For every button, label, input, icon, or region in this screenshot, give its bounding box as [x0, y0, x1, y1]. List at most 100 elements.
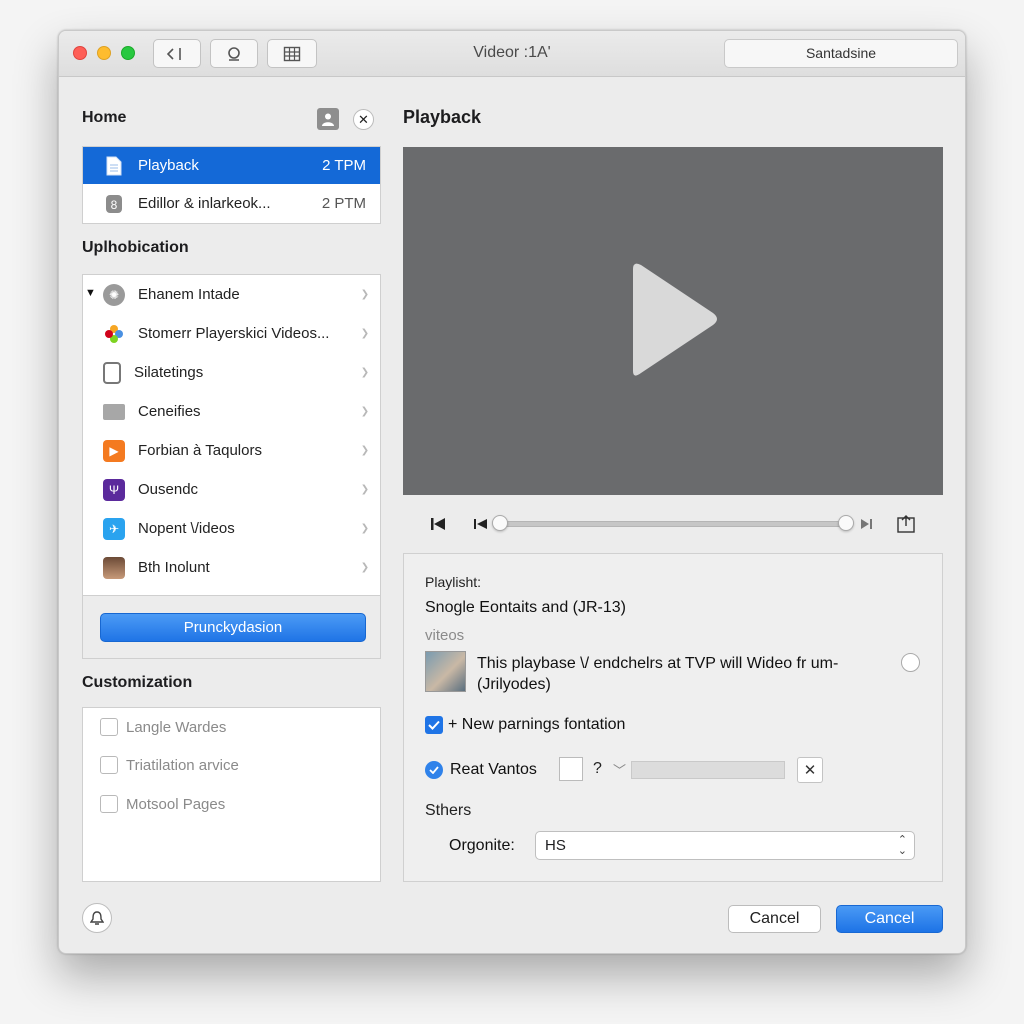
reat-vantos-label: Reat Vantos	[450, 761, 537, 778]
home-item-label: Edillor & inlarkeok...	[138, 195, 271, 212]
app-label: Bth Inolunt	[138, 559, 210, 576]
cancel-button[interactable]: Cancel	[728, 905, 821, 933]
checkbox[interactable]	[100, 756, 118, 774]
user-button[interactable]	[317, 108, 339, 130]
chevron-right-icon: ❯	[360, 289, 370, 300]
checkmark-icon	[429, 766, 439, 774]
new-parnings-checkbox[interactable]	[425, 716, 443, 734]
primary-sidebar-button[interactable]: Prunckydasion	[100, 613, 366, 642]
home-heading: Home	[82, 109, 127, 126]
app-icon: 8	[104, 194, 124, 214]
zoom-window-button[interactable]	[121, 46, 135, 60]
chevron-right-icon: ❯	[360, 445, 370, 456]
apps-footer: Prunckydasion	[82, 595, 381, 659]
grid-view-button[interactable]	[267, 39, 317, 68]
clear-button[interactable]: ✕	[797, 757, 823, 783]
chevron-right-icon: ❯	[360, 328, 370, 339]
playlist-label: Playlisht:	[425, 574, 482, 590]
search-field[interactable]: Santadsine	[724, 39, 958, 68]
app-row[interactable]: Ceneifies ❯	[83, 392, 380, 431]
app-row[interactable]: ▼ ✺ Ehanem Intade ❯	[83, 275, 380, 314]
photos-icon	[103, 323, 125, 345]
document-icon	[104, 156, 124, 176]
close-icon: ✕	[803, 762, 817, 779]
home-item-editor[interactable]: 8 Edillor & inlarkeok... 2 PTM	[83, 185, 380, 222]
rewind-button[interactable]	[471, 513, 491, 535]
home-list: Playback 2 TPM 8 Edillor & inlarkeok... …	[82, 146, 381, 224]
folder-icon	[103, 403, 125, 420]
custom-checkbox-row[interactable]: Triatilation arvice	[100, 753, 239, 777]
bell-icon	[90, 911, 104, 925]
close-icon: ✕	[358, 111, 369, 127]
video-thumbnail[interactable]	[425, 651, 466, 692]
confirm-button[interactable]: Cancel	[836, 905, 943, 933]
avatar-icon	[103, 556, 125, 579]
app-label: Ehanem Intade	[138, 286, 240, 303]
custom-checkbox-row[interactable]: Langle Wardes	[100, 715, 226, 739]
app-label: Silatetings	[134, 364, 204, 381]
checkbox-label: Motsool Pages	[126, 795, 226, 813]
chevron-right-icon: ❯	[360, 367, 370, 378]
share-button[interactable]	[895, 513, 917, 535]
forward-icon	[860, 519, 872, 529]
home-item-label: Playback	[138, 157, 199, 174]
select-radio[interactable]	[901, 653, 920, 672]
forward-button[interactable]	[857, 513, 875, 535]
chevron-down-icon[interactable]: ﹀	[613, 760, 626, 779]
app-row[interactable]: Stomerr Playerskici Videos... ❯	[83, 314, 380, 353]
organite-value: HS	[545, 837, 566, 854]
app-window: Videor :1A' Santadsine Home ✕ Playback 2…	[58, 30, 966, 954]
close-sidebar-button[interactable]: ✕	[353, 109, 374, 130]
custom-checkbox-row[interactable]: Motsool Pages	[100, 792, 225, 816]
gear-icon: ✺	[103, 283, 125, 306]
close-window-button[interactable]	[73, 46, 87, 60]
chevron-right-icon: ❯	[360, 484, 370, 495]
color-well[interactable]	[559, 757, 583, 781]
app-label: Stomerr Playerskici Videos...	[138, 325, 330, 342]
checkbox[interactable]	[100, 718, 118, 736]
organite-select[interactable]: HS ⌃ ⌄	[535, 831, 915, 860]
value-slider[interactable]	[631, 761, 785, 779]
chevron-right-icon: ❯	[360, 523, 370, 534]
rewind-icon	[474, 519, 487, 529]
app-label: Nopent \/ideos	[138, 520, 235, 537]
apps-list: ▼ ✺ Ehanem Intade ❯ Stomerr Playerskici …	[82, 274, 381, 596]
home-item-playback[interactable]: Playback 2 TPM	[83, 147, 380, 184]
sthers-label: Sthers	[425, 802, 472, 819]
playlist-title: Snogle Eontaits and (JR-13)	[425, 599, 626, 616]
play-icon[interactable]	[623, 261, 723, 381]
progress-track[interactable]	[499, 521, 847, 527]
home-item-time: 2 PTM	[321, 195, 366, 212]
progress-start-knob[interactable]	[492, 515, 508, 531]
checkbox-label: Triatilation arvice	[126, 756, 239, 774]
search-toolbar-button[interactable]	[210, 39, 258, 68]
checkbox-label: Langle Wardes	[126, 718, 227, 736]
customization-list: Langle Wardes Triatilation arvice Motsoo…	[82, 707, 381, 882]
app-row[interactable]: Bth Inolunt ❯	[83, 548, 380, 587]
app-row[interactable]: Silatetings ❯	[83, 353, 380, 392]
phone-icon	[103, 361, 121, 384]
video-description: This playbase \/ endchelrs at TVP will W…	[477, 655, 839, 693]
app-label: Forbian à Taqulors	[138, 442, 262, 459]
svg-text:8: 8	[111, 198, 118, 212]
share-icon	[897, 515, 915, 533]
minimize-window-button[interactable]	[97, 46, 111, 60]
search-icon	[228, 46, 240, 61]
skip-back-button[interactable]	[427, 513, 449, 535]
customization-heading: Customization	[82, 674, 193, 691]
help-mark[interactable]: ?	[593, 760, 602, 778]
select-arrows-icon: ⌃ ⌄	[897, 834, 907, 857]
organite-label: Orgonite:	[449, 837, 515, 854]
back-button[interactable]	[153, 39, 201, 68]
reat-vantos-radio[interactable]	[425, 761, 443, 779]
disclosure-triangle-icon[interactable]: ▼	[85, 287, 96, 299]
progress-end-knob[interactable]	[838, 515, 854, 531]
notifications-button[interactable]	[82, 903, 112, 933]
title-bar: Videor :1A' Santadsine	[59, 31, 965, 77]
back-icon	[166, 47, 181, 60]
app-row[interactable]: ▶ Forbian à Taqulors ❯	[83, 431, 380, 470]
app-row[interactable]: Ψ Ousendc ❯	[83, 470, 380, 509]
checkbox[interactable]	[100, 795, 118, 813]
video-player[interactable]	[403, 147, 943, 495]
app-row[interactable]: ✈ Nopent \/ideos ❯	[83, 509, 380, 548]
